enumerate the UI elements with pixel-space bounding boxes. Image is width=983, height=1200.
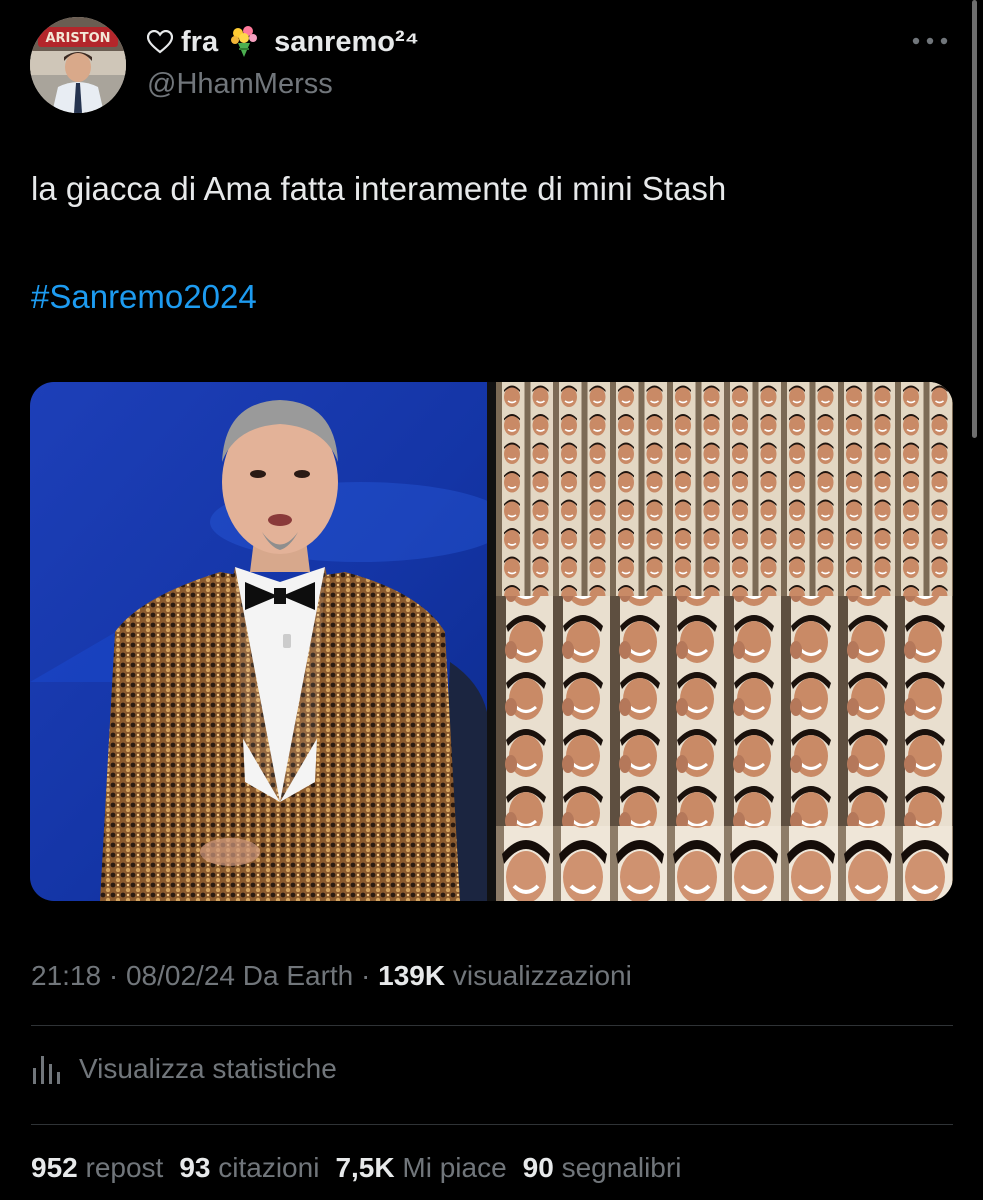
view-stats-button[interactable]: Visualizza statistiche xyxy=(31,1052,337,1086)
meta-separator: · xyxy=(361,960,371,991)
avatar[interactable]: ARISTON xyxy=(30,17,126,113)
display-name[interactable]: fra sanremo²⁴ xyxy=(147,22,419,62)
reposts-label: repost xyxy=(85,1152,164,1183)
quotes-count[interactable]: 93 citazioni xyxy=(179,1152,319,1184)
reposts-count[interactable]: 952 repost xyxy=(31,1152,163,1184)
more-icon xyxy=(912,37,948,45)
quotes-label: citazioni xyxy=(218,1152,320,1183)
view-stats-label: Visualizza statistiche xyxy=(79,1053,337,1084)
avatar-sign-text: ARISTON xyxy=(45,31,110,46)
tweet-text: la giacca di Ama fatta interamente di mi… xyxy=(31,170,727,207)
tweet-metadata: 21:18 · 08/02/24 Da Earth · 139K visuali… xyxy=(31,960,632,992)
user-handle[interactable]: @HhamMerss xyxy=(147,68,419,101)
more-button[interactable] xyxy=(911,26,949,56)
tweet-date[interactable]: 08/02/24 xyxy=(126,960,235,991)
tweet-source: Da Earth xyxy=(242,960,354,991)
bookmarks-count[interactable]: 90 segnalibri xyxy=(523,1152,682,1184)
meta-separator: · xyxy=(108,960,119,991)
heart-outline-icon xyxy=(147,30,173,54)
bookmarks-label: segnalibri xyxy=(561,1152,682,1183)
likes-count[interactable]: 7,5K Mi piace xyxy=(335,1152,506,1184)
reposts-value: 952 xyxy=(31,1152,78,1183)
engagement-counts: 952 repost 93 citazioni 7,5K Mi piace 90… xyxy=(31,1152,681,1184)
avatar-image: ARISTON xyxy=(30,17,126,113)
views-count: 139K xyxy=(378,960,446,991)
tweet-media[interactable] xyxy=(30,382,953,901)
media-photo-mosaic[interactable] xyxy=(496,382,953,901)
bookmarks-value: 90 xyxy=(522,1152,554,1183)
display-name-prefix: fra xyxy=(181,25,219,58)
media-photo-host[interactable] xyxy=(30,382,510,901)
display-name-suffix: sanremo²⁴ xyxy=(274,25,419,58)
hashtag-link[interactable]: #Sanremo2024 xyxy=(31,278,257,316)
scrollbar[interactable] xyxy=(972,0,977,438)
views-label: visualizzazioni xyxy=(452,960,632,991)
likes-value: 7,5K xyxy=(335,1152,395,1183)
likes-label: Mi piace xyxy=(402,1152,507,1183)
divider xyxy=(31,1124,953,1125)
host-photo xyxy=(30,382,510,901)
tweet-header: fra sanremo²⁴ @HhamMerss xyxy=(147,22,419,101)
stats-icon xyxy=(31,1052,63,1086)
mosaic-photo xyxy=(496,382,953,901)
divider xyxy=(31,1025,953,1026)
tweet-time[interactable]: 21:18 xyxy=(31,960,101,991)
bouquet-icon xyxy=(228,25,260,59)
quotes-value: 93 xyxy=(179,1152,211,1183)
